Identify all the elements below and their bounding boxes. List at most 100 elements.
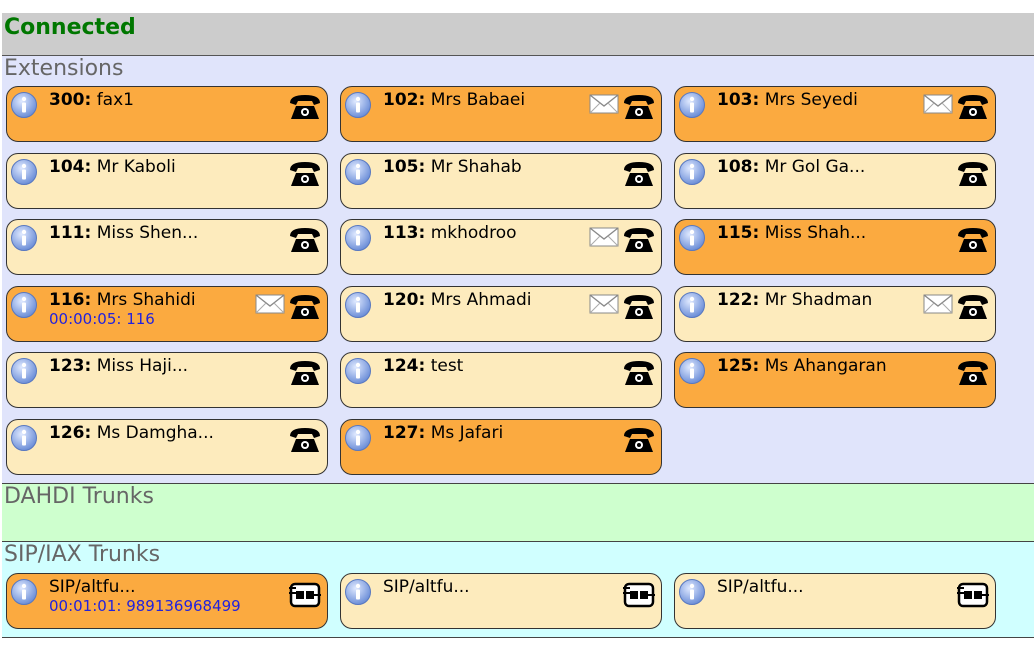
extension-card[interactable]: 300: fax1 bbox=[6, 86, 328, 142]
extension-label: 124: test bbox=[383, 356, 463, 376]
extension-number: 115: bbox=[717, 223, 760, 244]
info-icon[interactable] bbox=[10, 357, 38, 385]
extension-card[interactable]: 102: Mrs Babaei bbox=[340, 86, 662, 142]
phone-icon[interactable] bbox=[955, 225, 991, 255]
extension-name: Ms Ahangaran bbox=[759, 356, 887, 377]
info-icon[interactable] bbox=[678, 158, 706, 186]
extension-name: Mr Shahab bbox=[425, 156, 522, 177]
extension-card[interactable]: 111: Miss Shen... bbox=[6, 219, 328, 276]
voicemail-icon[interactable] bbox=[255, 294, 285, 314]
phone-icon[interactable] bbox=[287, 225, 323, 255]
sip-trunk-card[interactable]: SIP/altfu... bbox=[674, 573, 996, 629]
phone-icon[interactable] bbox=[621, 292, 657, 322]
extension-card[interactable]: 105: Mr Shahab bbox=[340, 152, 662, 209]
extension-label: 108: Mr Gol Ga... bbox=[717, 157, 865, 177]
status-bar: Connected bbox=[2, 13, 1034, 56]
sip-trunks-panel: SIP/IAX Trunks SIP/altfu... 00:01:01: 989… bbox=[2, 542, 1034, 638]
dahdi-trunks-panel: DAHDI Trunks bbox=[2, 484, 1034, 542]
extension-card[interactable]: 108: Mr Gol Ga... bbox=[674, 152, 996, 209]
phone-icon[interactable] bbox=[955, 358, 991, 388]
phone-icon[interactable] bbox=[621, 92, 657, 122]
info-icon[interactable] bbox=[678, 91, 706, 119]
info-icon[interactable] bbox=[678, 357, 706, 385]
extension-card[interactable]: 127: Ms Jafari bbox=[340, 419, 662, 475]
info-icon[interactable] bbox=[10, 158, 38, 186]
sip-trunk-card[interactable]: SIP/altfu... bbox=[340, 573, 662, 629]
extension-card[interactable]: 104: Mr Kaboli bbox=[6, 152, 328, 209]
phone-icon[interactable] bbox=[287, 92, 323, 122]
extension-card[interactable]: 123: Miss Haji... bbox=[6, 352, 328, 409]
extension-number: 120: bbox=[383, 289, 426, 310]
info-icon[interactable] bbox=[678, 224, 706, 252]
extension-label: 111: Miss Shen... bbox=[49, 223, 198, 243]
phone-icon[interactable] bbox=[287, 425, 323, 455]
phone-icon[interactable] bbox=[287, 292, 323, 322]
phone-icon[interactable] bbox=[621, 159, 657, 189]
info-icon[interactable] bbox=[10, 91, 38, 119]
extension-number: 103: bbox=[717, 90, 760, 110]
phone-icon[interactable] bbox=[955, 292, 991, 322]
info-icon[interactable] bbox=[344, 224, 372, 252]
extension-card[interactable]: 115: Miss Shah... bbox=[674, 219, 996, 276]
voicemail-icon[interactable] bbox=[589, 294, 619, 314]
phone-icon[interactable] bbox=[287, 358, 323, 388]
info-icon[interactable] bbox=[678, 291, 706, 319]
voicemail-icon[interactable] bbox=[923, 94, 953, 114]
extension-name: Mr Kaboli bbox=[91, 156, 176, 177]
trunk-icon[interactable] bbox=[956, 579, 990, 611]
phone-icon[interactable] bbox=[621, 358, 657, 388]
extension-number: 102: bbox=[383, 90, 426, 110]
extension-label: 126: Ms Damgha... bbox=[49, 423, 214, 443]
connection-status: Connected bbox=[4, 15, 136, 40]
extension-card[interactable]: 124: test bbox=[340, 352, 662, 409]
extension-card[interactable]: 125: Ms Ahangaran bbox=[674, 352, 996, 409]
extension-number: 124: bbox=[383, 356, 426, 377]
phone-icon[interactable] bbox=[955, 92, 991, 122]
phone-icon[interactable] bbox=[621, 225, 657, 255]
phone-icon[interactable] bbox=[621, 425, 657, 455]
trunk-call-info: 00:01:01: 989136968499 bbox=[49, 597, 241, 615]
voicemail-icon[interactable] bbox=[589, 227, 619, 247]
extension-number: 122: bbox=[717, 289, 760, 310]
info-icon[interactable] bbox=[344, 357, 372, 385]
extension-name: Miss Haji... bbox=[91, 356, 189, 377]
extension-number: 108: bbox=[717, 156, 760, 177]
extension-name: Mrs Seyedi bbox=[759, 90, 858, 110]
info-icon[interactable] bbox=[678, 578, 706, 606]
extension-card[interactable]: 122: Mr Shadman bbox=[674, 285, 996, 342]
extension-name: test bbox=[425, 356, 464, 377]
info-icon[interactable] bbox=[344, 291, 372, 319]
extension-label: 115: Miss Shah... bbox=[717, 223, 866, 243]
extension-label: 300: fax1 bbox=[49, 90, 134, 110]
phone-icon[interactable] bbox=[955, 159, 991, 189]
info-icon[interactable] bbox=[10, 224, 38, 252]
info-icon[interactable] bbox=[10, 291, 38, 319]
extension-number: 113: bbox=[383, 223, 426, 244]
sip-trunk-card[interactable]: SIP/altfu... 00:01:01: 989136968499 bbox=[6, 573, 328, 629]
info-icon[interactable] bbox=[344, 578, 372, 606]
extensions-panel: Extensions 300: fax1 102: Mrs Babaei 103: … bbox=[2, 56, 1034, 484]
extension-number: 111: bbox=[49, 223, 92, 244]
extension-card[interactable]: 103: Mrs Seyedi bbox=[674, 86, 996, 142]
trunk-icon[interactable] bbox=[288, 579, 322, 611]
extension-label: 105: Mr Shahab bbox=[383, 157, 522, 177]
extension-card[interactable]: 120: Mrs Ahmadi bbox=[340, 285, 662, 342]
trunk-name: SIP/altfu... bbox=[49, 577, 136, 597]
extension-card[interactable]: 113: mkhodroo bbox=[340, 219, 662, 276]
info-icon[interactable] bbox=[344, 91, 372, 119]
voicemail-icon[interactable] bbox=[589, 94, 619, 114]
trunk-icon[interactable] bbox=[622, 579, 656, 611]
extension-name: Mrs Shahidi bbox=[91, 289, 196, 310]
extension-card[interactable]: 126: Ms Damgha... bbox=[6, 419, 328, 475]
info-icon[interactable] bbox=[344, 158, 372, 186]
extension-name: Miss Shen... bbox=[91, 223, 199, 244]
info-icon[interactable] bbox=[344, 424, 372, 452]
phone-icon[interactable] bbox=[287, 159, 323, 189]
trunk-name: SIP/altfu... bbox=[383, 577, 470, 597]
extension-card[interactable]: 116: Mrs Shahidi 00:00:05: 116 bbox=[6, 285, 328, 342]
info-icon[interactable] bbox=[10, 578, 38, 606]
extension-name: mkhodroo bbox=[425, 223, 517, 244]
voicemail-icon[interactable] bbox=[923, 294, 953, 314]
info-icon[interactable] bbox=[10, 424, 38, 452]
extension-label: 116: Mrs Shahidi bbox=[49, 290, 196, 310]
